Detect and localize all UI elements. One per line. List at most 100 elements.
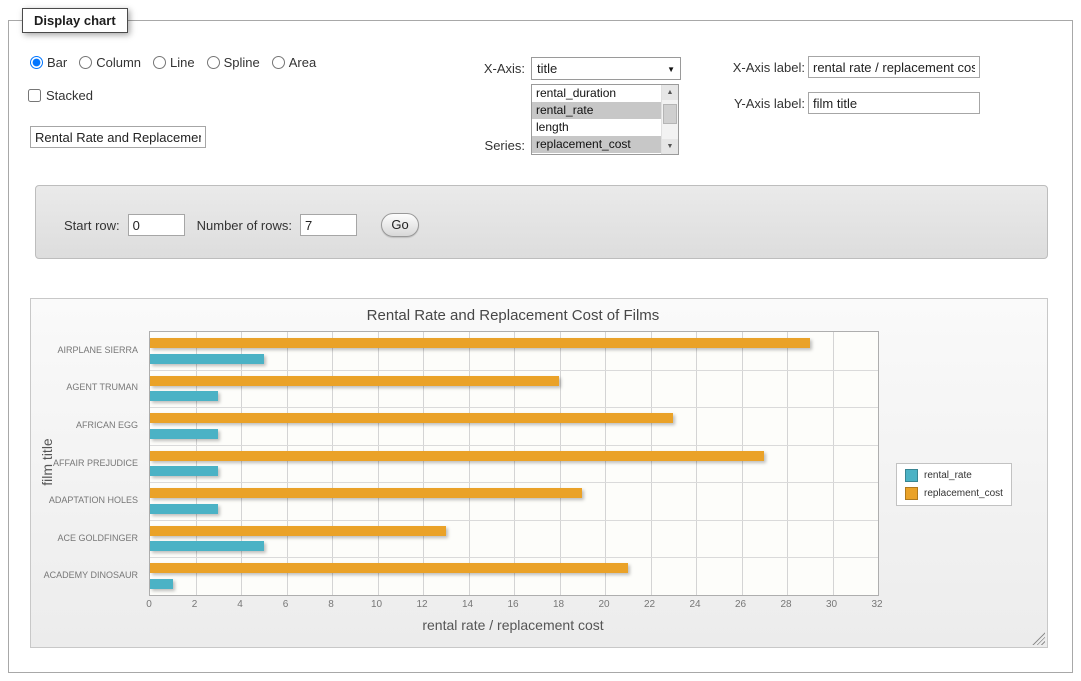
bar-replacement_cost	[150, 563, 628, 573]
gridline	[742, 332, 743, 595]
scroll-track[interactable]	[662, 100, 678, 139]
y-category-label: ACADEMY DINOSAUR	[31, 570, 138, 580]
chart-type-option-area[interactable]: Area	[272, 55, 316, 70]
x-tick-label: 28	[780, 599, 791, 610]
legend-label: rental_rate	[924, 470, 972, 481]
stacked-checkbox[interactable]	[28, 89, 41, 102]
legend-label: replacement_cost	[924, 488, 1003, 499]
chart-type-label: Area	[289, 55, 316, 70]
bar-replacement_cost	[150, 376, 559, 386]
x-tick-label: 26	[735, 599, 746, 610]
chart-type-label: Bar	[47, 55, 67, 70]
x-axis-label-input[interactable]	[808, 56, 980, 78]
gridline	[560, 332, 561, 595]
scroll-thumb[interactable]	[663, 104, 677, 124]
start-row-input[interactable]	[128, 214, 185, 236]
number-of-rows-caption: Number of rows:	[197, 218, 292, 233]
scroll-up-button[interactable]: ▲	[662, 85, 678, 100]
chart-type-label: Line	[170, 55, 195, 70]
x-tick-label: 22	[644, 599, 655, 610]
y-category-labels: AIRPLANE SIERRAAGENT TRUMANAFRICAN EGGAF…	[31, 331, 143, 594]
gridline	[150, 557, 878, 558]
legend-swatch-icon	[905, 487, 918, 500]
chart-type-option-bar[interactable]: Bar	[30, 55, 67, 70]
chart-type-radio-bar[interactable]	[30, 56, 43, 69]
display-chart-page: Display chart Bar Column Line Spline Area St…	[0, 0, 1081, 681]
gridline	[287, 332, 288, 595]
chart-type-label: Column	[96, 55, 141, 70]
x-tick-label: 32	[871, 599, 882, 610]
gridline	[150, 520, 878, 521]
series-option-rental_duration[interactable]: rental_duration	[532, 85, 662, 102]
scroll-down-button[interactable]: ▼	[662, 139, 678, 154]
legend-entry-replacement_cost: replacement_cost	[905, 487, 1003, 500]
series-option-length[interactable]: length	[532, 119, 662, 136]
series-caption: Series:	[445, 138, 525, 153]
bar-rental_rate	[150, 429, 218, 439]
legend-entry-rental_rate: rental_rate	[905, 469, 1003, 482]
y-category-label: AFFAIR PREJUDICE	[31, 458, 138, 468]
y-category-label: ACE GOLDFINGER	[31, 533, 138, 543]
bar-rental_rate	[150, 391, 218, 401]
legend-swatch-icon	[905, 469, 918, 482]
series-listbox: rental_durationrental_ratelengthreplacem…	[531, 84, 679, 155]
row-range-controls: Start row: Number of rows: Go	[64, 213, 419, 237]
gridline	[150, 445, 878, 446]
chart-type-radio-line[interactable]	[153, 56, 166, 69]
number-of-rows-input[interactable]	[300, 214, 357, 236]
x-tick-label: 16	[507, 599, 518, 610]
x-tick-label: 12	[416, 599, 427, 610]
bar-replacement_cost	[150, 413, 673, 423]
x-tick-label: 8	[328, 599, 334, 610]
x-tick-label: 6	[283, 599, 289, 610]
y-category-label: AGENT TRUMAN	[31, 382, 138, 392]
y-axis-label-input[interactable]	[808, 92, 980, 114]
stacked-label: Stacked	[46, 88, 93, 103]
bar-rental_rate	[150, 466, 218, 476]
chart-type-radio-spline[interactable]	[207, 56, 220, 69]
chart-type-radio-area[interactable]	[272, 56, 285, 69]
gridline	[423, 332, 424, 595]
bar-replacement_cost	[150, 338, 810, 348]
bar-rental_rate	[150, 354, 264, 364]
x-tick-label: 4	[237, 599, 243, 610]
bar-rental_rate	[150, 504, 218, 514]
chart-title: Rental Rate and Replacement Cost of Film…	[149, 307, 877, 324]
chart-type-option-spline[interactable]: Spline	[207, 55, 260, 70]
chart-type-radio-group: Bar Column Line Spline Area	[30, 55, 316, 70]
gridline	[514, 332, 515, 595]
stacked-option[interactable]: Stacked	[28, 88, 93, 103]
x-tick-label: 2	[192, 599, 198, 610]
chart-type-radio-column[interactable]	[79, 56, 92, 69]
gridline	[469, 332, 470, 595]
chart-title-input[interactable]	[30, 126, 206, 148]
gridline	[150, 482, 878, 483]
series-option-replacement_cost[interactable]: replacement_cost	[532, 136, 662, 153]
bar-rental_rate	[150, 579, 173, 589]
resize-handle-icon[interactable]	[1032, 632, 1045, 645]
chart-type-label: Spline	[224, 55, 260, 70]
series-option-rental_rate[interactable]: rental_rate	[532, 102, 662, 119]
gridline	[696, 332, 697, 595]
panel-legend: Display chart	[22, 8, 128, 33]
x-tick-label: 0	[146, 599, 152, 610]
gridline	[241, 332, 242, 595]
start-row-caption: Start row:	[64, 218, 120, 233]
x-tick-label: 20	[598, 599, 609, 610]
series-scrollbar: ▲ ▼	[661, 85, 678, 154]
y-category-label: ADAPTATION HOLES	[31, 495, 138, 505]
chart-container: Rental Rate and Replacement Cost of Film…	[30, 298, 1048, 648]
x-axis-select[interactable]: title ▼	[531, 57, 681, 80]
chart-type-option-line[interactable]: Line	[153, 55, 195, 70]
gridline	[833, 332, 834, 595]
x-tick-label: 30	[826, 599, 837, 610]
plot-area	[149, 331, 879, 596]
x-tick-label: 14	[462, 599, 473, 610]
gridline	[378, 332, 379, 595]
go-button[interactable]: Go	[381, 213, 419, 237]
bar-replacement_cost	[150, 526, 446, 536]
x-tick-label: 10	[371, 599, 382, 610]
x-axis-label-caption: X-Axis label:	[710, 60, 805, 75]
chart-type-option-column[interactable]: Column	[79, 55, 141, 70]
row-range-panel: Start row: Number of rows: Go	[35, 185, 1048, 259]
